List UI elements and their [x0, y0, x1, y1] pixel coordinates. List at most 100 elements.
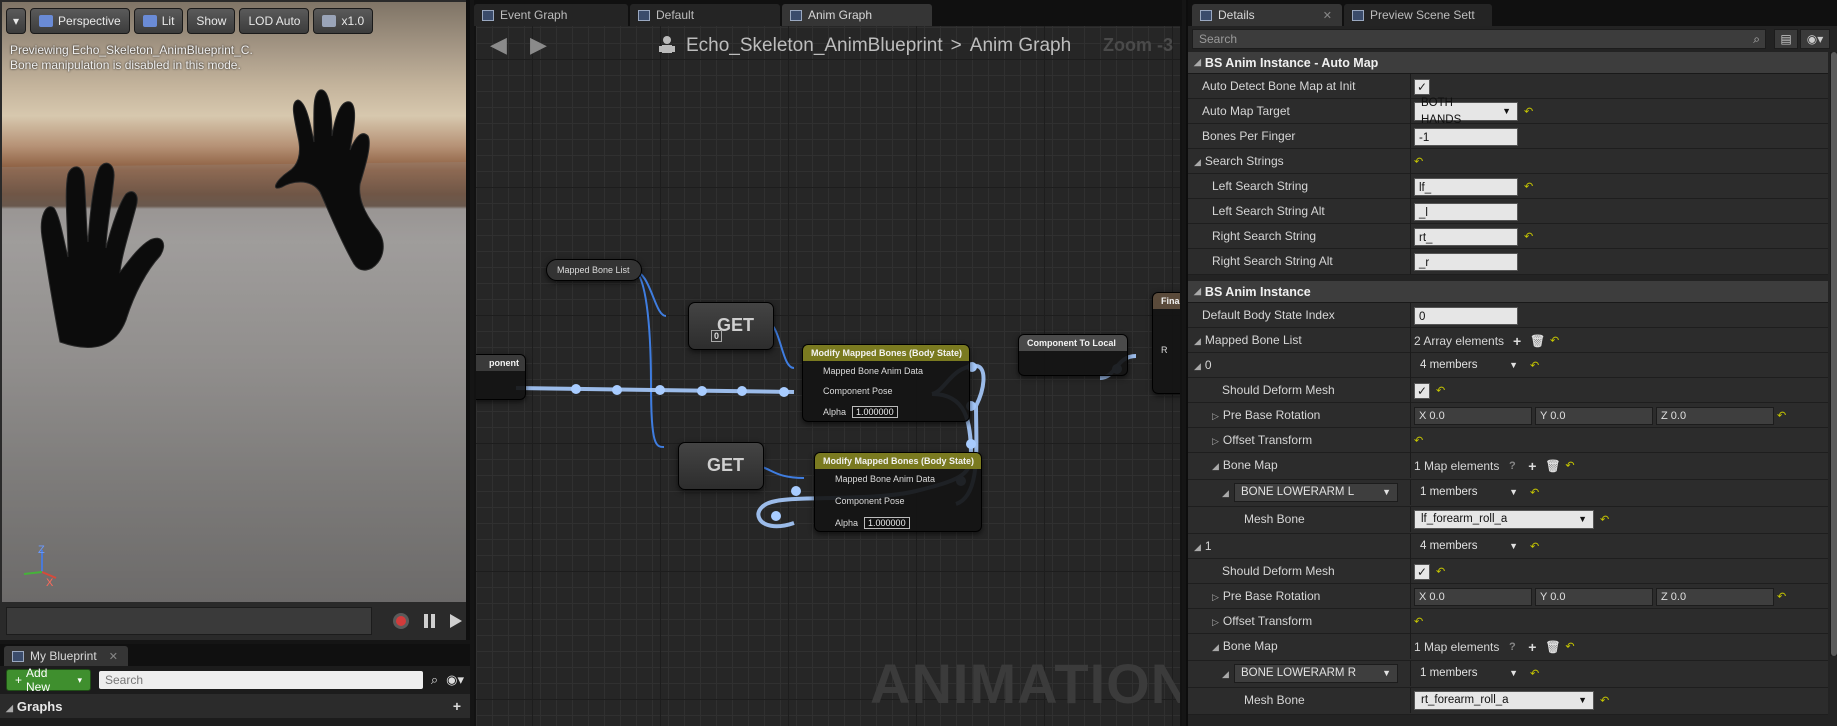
lit-button[interactable]: Lit: [133, 8, 184, 34]
close-icon[interactable]: ✕: [1323, 9, 1332, 22]
final-pose-node[interactable]: Final R: [1152, 292, 1180, 394]
help-icon[interactable]: ?: [1505, 460, 1519, 472]
reset-arrow-icon[interactable]: ↶: [1436, 385, 1446, 396]
expand-triangle-icon[interactable]: ▷: [1212, 429, 1219, 454]
tab-default[interactable]: Default: [630, 4, 780, 26]
tab-preview-scene-settings[interactable]: Preview Scene Sett: [1344, 4, 1492, 26]
entry-0-rot-x[interactable]: X 0.0: [1414, 406, 1532, 425]
graphs-section-header[interactable]: ◢ Graphs +: [0, 694, 470, 718]
add-element-icon[interactable]: +: [1525, 458, 1539, 474]
reset-arrow-icon[interactable]: ↶: [1600, 514, 1610, 525]
entry-1-key-members-dropdown[interactable]: 1 members ▼: [1414, 664, 1524, 683]
graph-canvas[interactable]: ◀ ▶ Echo_Skeleton_AnimBlueprint > Anim G…: [476, 26, 1180, 726]
add-element-icon[interactable]: +: [1510, 333, 1524, 349]
reset-arrow-icon[interactable]: ↶: [1524, 106, 1534, 117]
entry-0-key-members-dropdown[interactable]: 1 members ▼: [1414, 483, 1524, 502]
viewport-options-button[interactable]: ▾: [6, 8, 27, 34]
close-icon[interactable]: ✕: [109, 650, 118, 663]
view-options-icon[interactable]: ◉▾: [1800, 29, 1830, 49]
collapse-triangle-icon[interactable]: ◢: [1194, 354, 1201, 379]
modify-mapped-bones-node-2[interactable]: Modify Mapped Bones (Body State) Mapped …: [814, 452, 982, 532]
collapse-triangle-icon[interactable]: ◢: [1194, 329, 1201, 354]
reset-arrow-icon[interactable]: ↶: [1524, 181, 1534, 192]
mapped-bone-list-node[interactable]: Mapped Bone List: [546, 259, 642, 281]
collapse-triangle-icon[interactable]: ◢: [1194, 535, 1201, 560]
my-blueprint-search-input[interactable]: Search: [98, 671, 423, 689]
reset-arrow-icon[interactable]: ↶: [1414, 616, 1424, 627]
entry-0-rot-y[interactable]: Y 0.0: [1535, 406, 1653, 425]
property-matrix-icon[interactable]: ▤: [1774, 29, 1798, 49]
help-icon[interactable]: ?: [1505, 641, 1519, 653]
collapse-triangle-icon[interactable]: ◢: [1194, 150, 1201, 175]
right-search-alt-input[interactable]: _r: [1414, 252, 1518, 271]
right-search-input[interactable]: rt_: [1414, 227, 1518, 246]
trash-icon[interactable]: 🗑: [1545, 640, 1560, 654]
reset-arrow-icon[interactable]: ↶: [1524, 231, 1534, 242]
trash-icon[interactable]: 🗑: [1545, 459, 1560, 473]
category-bs-anim-instance[interactable]: ◢ BS Anim Instance: [1188, 281, 1828, 303]
lod-button[interactable]: LOD Auto: [239, 8, 310, 34]
details-scrollbar-thumb[interactable]: [1831, 52, 1837, 656]
entry-1-rot-y[interactable]: Y 0.0: [1535, 587, 1653, 606]
category-auto-map[interactable]: ◢ BS Anim Instance - Auto Map: [1188, 52, 1828, 74]
entry-0-deform-checkbox[interactable]: ✓: [1414, 382, 1430, 399]
reset-arrow-icon[interactable]: ↶: [1565, 641, 1575, 652]
component-to-local-node[interactable]: Component To Local: [1018, 334, 1128, 376]
modify-mapped-bones-node-1[interactable]: Modify Mapped Bones (Body State) Mapped …: [802, 344, 970, 422]
tab-details[interactable]: Details ✕: [1192, 4, 1342, 26]
search-icon[interactable]: ⌕: [431, 672, 438, 688]
alpha-value-input[interactable]: 1.000000: [864, 517, 910, 529]
tab-event-graph[interactable]: Event Graph: [474, 4, 628, 26]
get-node-0[interactable]: GET 0: [688, 302, 774, 350]
default-body-state-input[interactable]: 0: [1414, 306, 1518, 325]
entry-1-deform-checkbox[interactable]: ✓: [1414, 563, 1430, 580]
show-button[interactable]: Show: [187, 8, 236, 34]
trash-icon[interactable]: 🗑: [1530, 334, 1545, 348]
expand-triangle-icon[interactable]: ▷: [1212, 404, 1219, 429]
viewport-scene[interactable]: Z X: [2, 2, 466, 602]
add-graph-icon[interactable]: +: [450, 698, 464, 714]
collapse-triangle-icon[interactable]: ◢: [1212, 454, 1219, 479]
entry-0-rot-z[interactable]: Z 0.0: [1656, 406, 1774, 425]
playback-speed-button[interactable]: x1.0: [313, 8, 374, 34]
get-node-index[interactable]: 0: [711, 330, 723, 342]
reset-arrow-icon[interactable]: ↶: [1600, 695, 1610, 706]
collapse-triangle-icon[interactable]: ◢: [1222, 481, 1229, 506]
left-search-input[interactable]: lf_: [1414, 177, 1518, 196]
reset-arrow-icon[interactable]: ↶: [1530, 541, 1540, 552]
expand-triangle-icon[interactable]: ▷: [1212, 585, 1219, 610]
expand-triangle-icon[interactable]: ▷: [1212, 610, 1219, 635]
reset-arrow-icon[interactable]: ↶: [1777, 591, 1787, 602]
timeline-scrubber[interactable]: [6, 607, 372, 635]
tab-anim-graph[interactable]: Anim Graph: [782, 4, 932, 26]
pause-icon[interactable]: [420, 612, 438, 630]
details-scrollbar[interactable]: [1830, 52, 1837, 656]
details-search-input[interactable]: Search ⌕: [1192, 29, 1766, 49]
add-element-icon[interactable]: +: [1525, 639, 1539, 655]
entry-1-key-dropdown[interactable]: BONE LOWERARM R ▼: [1234, 664, 1398, 683]
reset-arrow-icon[interactable]: ↶: [1530, 360, 1540, 371]
left-search-alt-input[interactable]: _l: [1414, 202, 1518, 221]
reset-arrow-icon[interactable]: ↶: [1550, 335, 1560, 346]
auto-detect-checkbox[interactable]: ✓: [1414, 78, 1430, 95]
preview-viewport[interactable]: Z X ▾ Perspective Lit Show LOD Auto x1.0…: [0, 0, 470, 640]
entry-0-members-dropdown[interactable]: 4 members ▼: [1414, 356, 1524, 375]
get-node-1[interactable]: GET: [678, 442, 764, 490]
bones-per-finger-input[interactable]: -1: [1414, 127, 1518, 146]
tab-my-blueprint[interactable]: My Blueprint ✕: [4, 646, 128, 666]
entry-0-mesh-bone-dropdown[interactable]: lf_forearm_roll_a ▼: [1414, 510, 1594, 529]
entry-1-mesh-bone-dropdown[interactable]: rt_forearm_roll_a ▼: [1414, 691, 1594, 710]
entry-1-rot-z[interactable]: Z 0.0: [1656, 587, 1774, 606]
eye-icon[interactable]: ◉▾: [446, 672, 464, 688]
reset-arrow-icon[interactable]: ↶: [1530, 668, 1540, 679]
reset-arrow-icon[interactable]: ↶: [1436, 566, 1446, 577]
play-icon[interactable]: [446, 612, 464, 630]
collapse-triangle-icon[interactable]: ◢: [1212, 635, 1219, 660]
entry-1-members-dropdown[interactable]: 4 members ▼: [1414, 537, 1524, 556]
collapse-triangle-icon[interactable]: ◢: [1222, 662, 1229, 687]
reset-arrow-icon[interactable]: ↶: [1565, 460, 1575, 471]
perspective-button[interactable]: Perspective: [30, 8, 130, 34]
reset-arrow-icon[interactable]: ↶: [1777, 410, 1787, 421]
record-icon[interactable]: [392, 612, 410, 630]
add-new-button[interactable]: + Add New ▾: [6, 666, 91, 694]
